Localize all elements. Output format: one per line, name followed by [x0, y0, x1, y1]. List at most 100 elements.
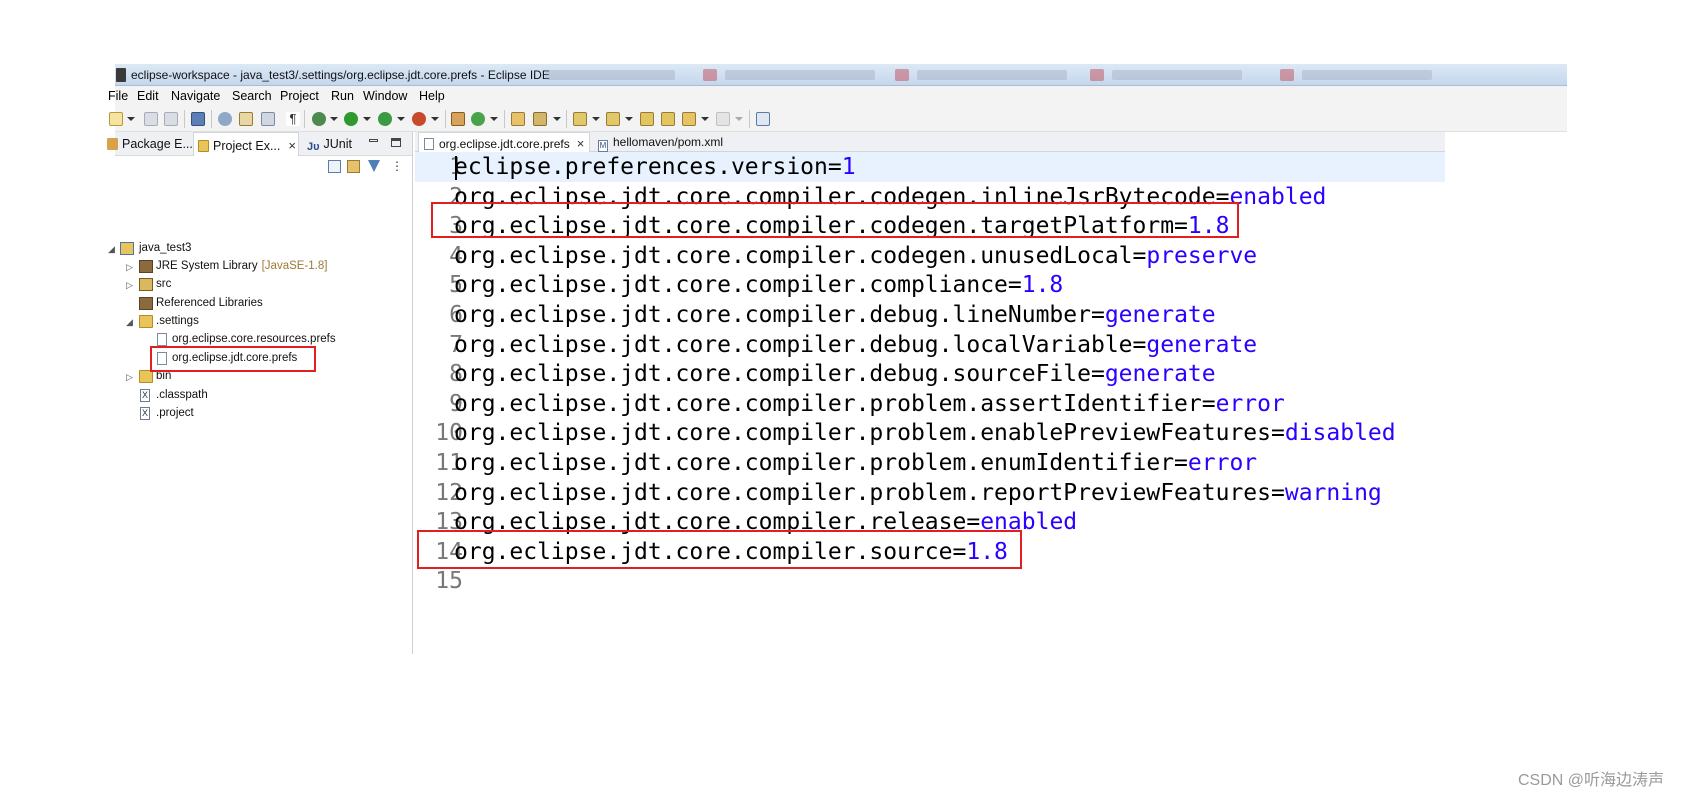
tree-item-label: src — [156, 278, 172, 290]
menu-edit[interactable]: Edit — [137, 89, 159, 103]
debug-icon[interactable] — [312, 112, 326, 126]
menu-window[interactable]: Window — [363, 89, 407, 103]
pref-value: warning — [1284, 479, 1382, 506]
pref-value: disabled — [1284, 420, 1396, 447]
view-menu-icon[interactable]: ⋮ — [391, 160, 403, 173]
toolbar-separator — [304, 110, 305, 128]
tab-label: org.eclipse.jdt.core.prefs — [439, 137, 570, 151]
search-dropdown-icon[interactable] — [553, 117, 561, 121]
tree-item-label: .classpath — [156, 389, 208, 401]
previous-annotation-icon[interactable] — [606, 112, 620, 126]
open-perspective-icon[interactable] — [756, 112, 770, 126]
filter-icon[interactable] — [368, 160, 380, 172]
coverage-icon[interactable] — [378, 112, 392, 126]
toolbar-separator — [445, 110, 446, 128]
new-class-dropdown-icon[interactable] — [490, 117, 498, 121]
show-whitespace-icon[interactable] — [261, 112, 275, 126]
window-title: eclipse-workspace - java_test3/.settings… — [131, 68, 550, 82]
last-edit-location-icon[interactable] — [640, 112, 654, 126]
left-view-tabs: Package E... Project Ex... × Jᴜ JUnit — [107, 132, 412, 156]
pref-value: generate — [1104, 302, 1216, 328]
pref-value: 1.8 — [1021, 272, 1064, 299]
menu-project[interactable]: Project — [280, 89, 319, 103]
collapsed-twisty-icon[interactable]: ▷ — [126, 262, 133, 273]
back-icon[interactable] — [682, 112, 696, 126]
pref-line-text: org.eclipse.jdt.core.compiler.problem.as… — [454, 391, 1285, 417]
pref-line-text: org.eclipse.jdt.core.compiler.debug.sour… — [454, 361, 1216, 387]
xml-file-icon: X — [140, 389, 150, 402]
expanded-twisty-icon[interactable]: ◢ — [108, 244, 115, 255]
project-icon — [120, 242, 134, 255]
code-line: 11 org.eclipse.jdt.core.compiler.problem… — [415, 448, 1445, 478]
pref-key: org.eclipse.jdt.core.compiler.compliance… — [454, 272, 1022, 299]
next-annotation-icon[interactable] — [573, 112, 587, 126]
link-with-editor-icon[interactable] — [347, 160, 360, 173]
code-line: 12 org.eclipse.jdt.core.compiler.problem… — [415, 478, 1445, 508]
next-annotation-dropdown-icon[interactable] — [592, 117, 600, 121]
project-explorer-icon — [198, 140, 209, 152]
menu-file[interactable]: File — [108, 89, 128, 103]
forward-dropdown-icon[interactable] — [735, 117, 743, 121]
eclipse-app-icon — [116, 68, 126, 82]
run-dropdown-icon[interactable] — [363, 117, 371, 121]
collapsed-twisty-icon[interactable]: ▷ — [126, 372, 133, 383]
menu-run[interactable]: Run — [331, 89, 354, 103]
external-tools-icon[interactable] — [412, 112, 426, 126]
terminal-icon[interactable] — [191, 112, 205, 126]
tab-project-explorer[interactable]: Project Ex... × — [193, 132, 299, 156]
menu-search[interactable]: Search — [232, 89, 272, 103]
package-explorer-panel: Package E... Project Ex... × JᴜJUnit ⋮ — [107, 132, 413, 654]
back-arrow-icon[interactable] — [661, 112, 675, 126]
tab-pom-xml[interactable]: Mhellomaven/pom.xml — [598, 132, 748, 152]
external-tools-dropdown-icon[interactable] — [431, 117, 439, 121]
pref-value: error — [1215, 390, 1285, 417]
menu-help[interactable]: Help — [419, 89, 445, 103]
collapse-all-icon[interactable] — [328, 160, 341, 173]
search-icon[interactable] — [533, 112, 547, 126]
save-all-icon[interactable] — [164, 112, 178, 126]
run-icon[interactable] — [344, 112, 358, 126]
save-icon[interactable] — [144, 112, 158, 126]
maximize-icon[interactable] — [391, 138, 401, 147]
title-bar: eclipse-workspace - java_test3/.settings… — [115, 64, 1567, 86]
new-java-class-icon[interactable] — [471, 112, 485, 126]
forward-icon[interactable] — [716, 112, 730, 126]
editor-area: org.eclipse.jdt.core.prefs × Mhellomaven/… — [415, 132, 1445, 654]
new-dropdown-icon[interactable] — [127, 117, 135, 121]
new-icon[interactable] — [109, 112, 123, 126]
open-type-icon[interactable] — [511, 112, 525, 126]
close-icon[interactable]: × — [288, 138, 296, 153]
debug-dropdown-icon[interactable] — [330, 117, 338, 121]
tab-package-explorer[interactable]: Package E... — [107, 132, 193, 156]
new-java-package-icon[interactable] — [451, 112, 465, 126]
menu-navigate[interactable]: Navigate — [171, 89, 220, 103]
highlight-box-line-14 — [417, 530, 1022, 569]
close-icon[interactable]: × — [577, 136, 585, 151]
background-tab-icon — [895, 69, 909, 81]
screenshot-root: eclipse-workspace - java_test3/.settings… — [0, 0, 1699, 794]
coverage-dropdown-icon[interactable] — [397, 117, 405, 121]
file-icon — [424, 138, 434, 150]
pref-line-text: org.eclipse.jdt.core.compiler.problem.en… — [454, 450, 1257, 476]
previous-annotation-dropdown-icon[interactable] — [625, 117, 633, 121]
skip-breakpoints-icon[interactable] — [218, 112, 232, 126]
pref-value: generate — [1104, 361, 1216, 388]
back-dropdown-icon[interactable] — [701, 117, 709, 121]
pref-key: org.eclipse.jdt.core.compiler.problem.as… — [454, 390, 1216, 417]
pref-key: org.eclipse.jdt.core.compiler.problem.en… — [454, 450, 1188, 476]
text-caret — [455, 156, 457, 180]
open-task-icon[interactable] — [239, 112, 253, 126]
collapsed-twisty-icon[interactable]: ▷ — [126, 280, 133, 291]
tab-junit[interactable]: Jᴜ JUnit — [307, 132, 367, 156]
pilcrow-icon[interactable]: ¶ — [286, 112, 300, 126]
code-line: 6 org.eclipse.jdt.core.compiler.debug.li… — [415, 300, 1445, 330]
pref-line-text: org.eclipse.jdt.core.compiler.debug.line… — [454, 302, 1216, 328]
minimize-icon[interactable] — [369, 139, 378, 142]
tab-jdt-core-prefs[interactable]: org.eclipse.jdt.core.prefs × — [418, 132, 590, 152]
expanded-twisty-icon[interactable]: ◢ — [126, 317, 133, 328]
library-icon — [139, 297, 153, 310]
tab-label: Project Ex... — [213, 139, 281, 153]
eclipse-window: eclipse-workspace - java_test3/.settings… — [107, 64, 1567, 654]
tab-label: Package E... — [122, 137, 193, 151]
tree-item-label-wrap: JRE System Library [JavaSE-1.8] — [156, 260, 327, 272]
